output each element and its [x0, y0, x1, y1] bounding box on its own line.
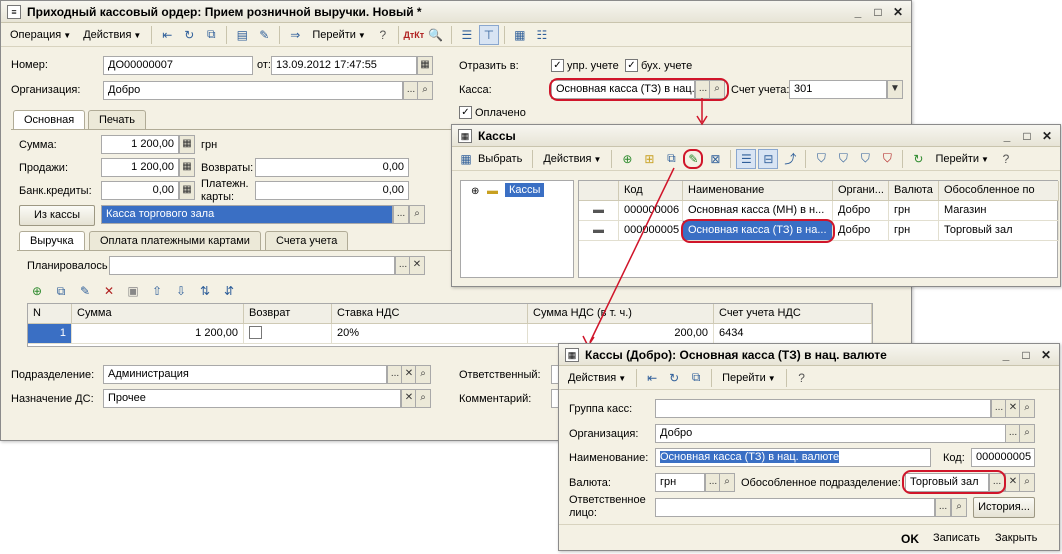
minimize-icon[interactable]: _: [997, 347, 1015, 363]
save-close-icon[interactable]: ⇤: [642, 368, 662, 388]
refresh-icon[interactable]: ↻: [664, 368, 684, 388]
copy-icon[interactable]: ⧉: [686, 368, 706, 388]
separate-dept-label: Обособленное подразделение:: [741, 477, 901, 489]
name-field[interactable]: Основная касса (ТЗ) в нац. валюте: [655, 448, 931, 467]
responsible-select-button[interactable]: ...: [935, 498, 951, 517]
detail-org-label: Организация:: [569, 428, 639, 440]
currency-field[interactable]: грн: [655, 473, 705, 492]
responsible-person-field[interactable]: [655, 498, 935, 517]
group-search-icon[interactable]: ⌕: [1019, 399, 1035, 418]
group-label: Группа касс:: [569, 403, 633, 415]
close-button[interactable]: Закрыть: [995, 532, 1037, 544]
detail-toolbar: Действия ▼ ⇤ ↻ ⧉ Перейти ▼ ?: [559, 366, 1059, 390]
code-label: Код:: [943, 452, 965, 464]
detail-org-field[interactable]: Добро: [655, 424, 1019, 443]
responsible-label-2: лицо:: [569, 507, 597, 519]
separate-dept-search-icon[interactable]: ⌕: [1019, 473, 1035, 492]
help-icon[interactable]: ?: [792, 368, 812, 388]
close-icon[interactable]: ✕: [1037, 347, 1055, 363]
code-field[interactable]: 000000005: [971, 448, 1035, 467]
separate-dept-highlight: [902, 470, 1006, 494]
detail-title: Кассы (Добро): Основная касса (ТЗ) в нац…: [585, 347, 887, 362]
cashbox-detail-window: ▦ Кассы (Добро): Основная касса (ТЗ) в н…: [558, 343, 1060, 551]
responsible-search-icon[interactable]: ⌕: [951, 498, 967, 517]
detail-footer: [559, 524, 1059, 525]
detail-titlebar: ▦ Кассы (Добро): Основная касса (ТЗ) в н…: [559, 344, 1059, 366]
table-icon: ▦: [565, 347, 579, 362]
currency-search-icon[interactable]: ⌕: [719, 473, 735, 492]
group-field[interactable]: [655, 399, 991, 418]
maximize-icon[interactable]: □: [1017, 347, 1035, 363]
currency-label: Валюта:: [569, 477, 611, 489]
save-button[interactable]: Записать: [933, 532, 980, 544]
ok-button[interactable]: OK: [901, 532, 919, 546]
name-label: Наименование:: [569, 452, 649, 464]
detail-actions-menu[interactable]: Действия ▼: [563, 370, 631, 386]
responsible-label-1: Ответственное: [569, 494, 646, 506]
detail-goto-menu[interactable]: Перейти ▼: [717, 370, 781, 386]
detail-org-search-icon[interactable]: ⌕: [1019, 424, 1035, 443]
history-button[interactable]: История...: [973, 497, 1035, 518]
